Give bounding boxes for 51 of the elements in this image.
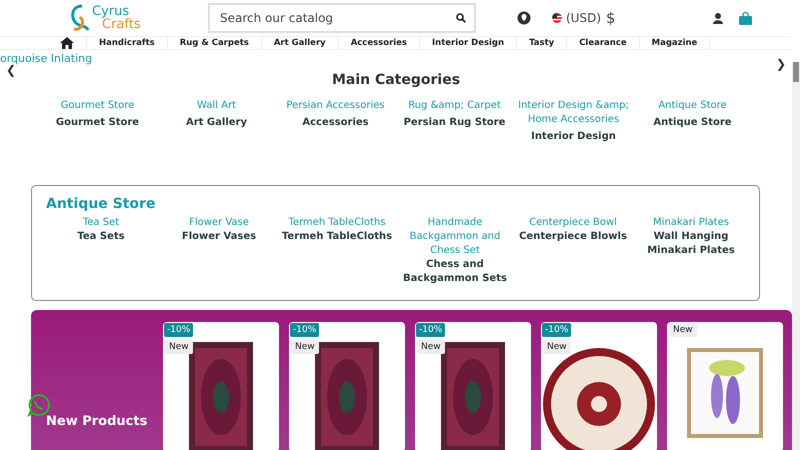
new-badge: New xyxy=(417,340,445,354)
new-badge: New xyxy=(165,340,193,354)
product-card[interactable]: -10% New xyxy=(289,322,405,450)
category-name: Accessories xyxy=(302,116,369,130)
product-card[interactable]: -10% New xyxy=(163,322,279,450)
section-heading: Main Categories xyxy=(330,72,462,88)
discount-badge: -10% xyxy=(164,323,194,337)
category-name: Persian Rug Store xyxy=(404,116,506,130)
new-badge: New xyxy=(669,323,697,337)
search-icon[interactable] xyxy=(456,13,466,23)
flag-icon xyxy=(552,13,562,23)
discount-badge: -10% xyxy=(542,323,572,337)
nav-link[interactable]: Accessories xyxy=(338,37,420,49)
nav-link[interactable]: Art Gallery xyxy=(262,37,339,49)
discount-badge: -10% xyxy=(416,323,446,337)
category-name: Antique Store xyxy=(653,116,732,130)
category-name: Art Gallery xyxy=(186,116,247,130)
category-name: Gourmet Store xyxy=(56,116,140,130)
nav-link[interactable]: Magazine xyxy=(640,37,710,49)
category-name: Interior Design xyxy=(531,130,616,144)
logo-text: Cyrus xyxy=(92,5,130,18)
currency-selector[interactable]: (USD) xyxy=(566,11,602,25)
product-card[interactable]: New xyxy=(667,322,783,450)
scrollbar[interactable] xyxy=(792,62,800,450)
location-pin-icon[interactable] xyxy=(517,11,531,25)
category-name: Tea Sets xyxy=(77,230,125,244)
home-icon[interactable] xyxy=(60,37,74,49)
search-bar[interactable]: Search our catalog xyxy=(208,3,476,33)
card-title: Antique Store xyxy=(46,196,156,212)
category-name: Centerpiece Blowls xyxy=(519,230,627,244)
logo-text: Crafts xyxy=(102,18,141,31)
nav-link[interactable]: Tasty xyxy=(517,37,568,49)
currency-symbol: $ xyxy=(606,9,616,27)
category-name: Wall Hanging Minakari Plates xyxy=(646,230,736,258)
new-badge: New xyxy=(543,340,571,354)
new-badge: New xyxy=(291,340,319,354)
product-card[interactable]: -10% New xyxy=(541,322,657,450)
nav-link[interactable]: Handicrafts xyxy=(87,37,168,49)
shopping-bag-icon[interactable] xyxy=(738,12,752,24)
swirl-icon xyxy=(68,3,90,33)
product-card[interactable]: -10% New xyxy=(415,322,531,450)
category-name: Chess and Backgammon Sets xyxy=(402,258,508,286)
nav-link[interactable]: Clearance xyxy=(567,37,640,49)
user-icon[interactable] xyxy=(712,12,723,24)
nav-link[interactable]: Rug & Carpets xyxy=(168,37,262,49)
category-name: Termeh TableCloths xyxy=(282,230,392,244)
category-name: Flower Vases xyxy=(182,230,256,244)
panel-title: New Products xyxy=(46,414,148,429)
discount-badge: -10% xyxy=(290,323,320,337)
scrollbar-thumb[interactable] xyxy=(793,62,799,82)
nav-link[interactable]: Interior Design xyxy=(420,37,518,49)
